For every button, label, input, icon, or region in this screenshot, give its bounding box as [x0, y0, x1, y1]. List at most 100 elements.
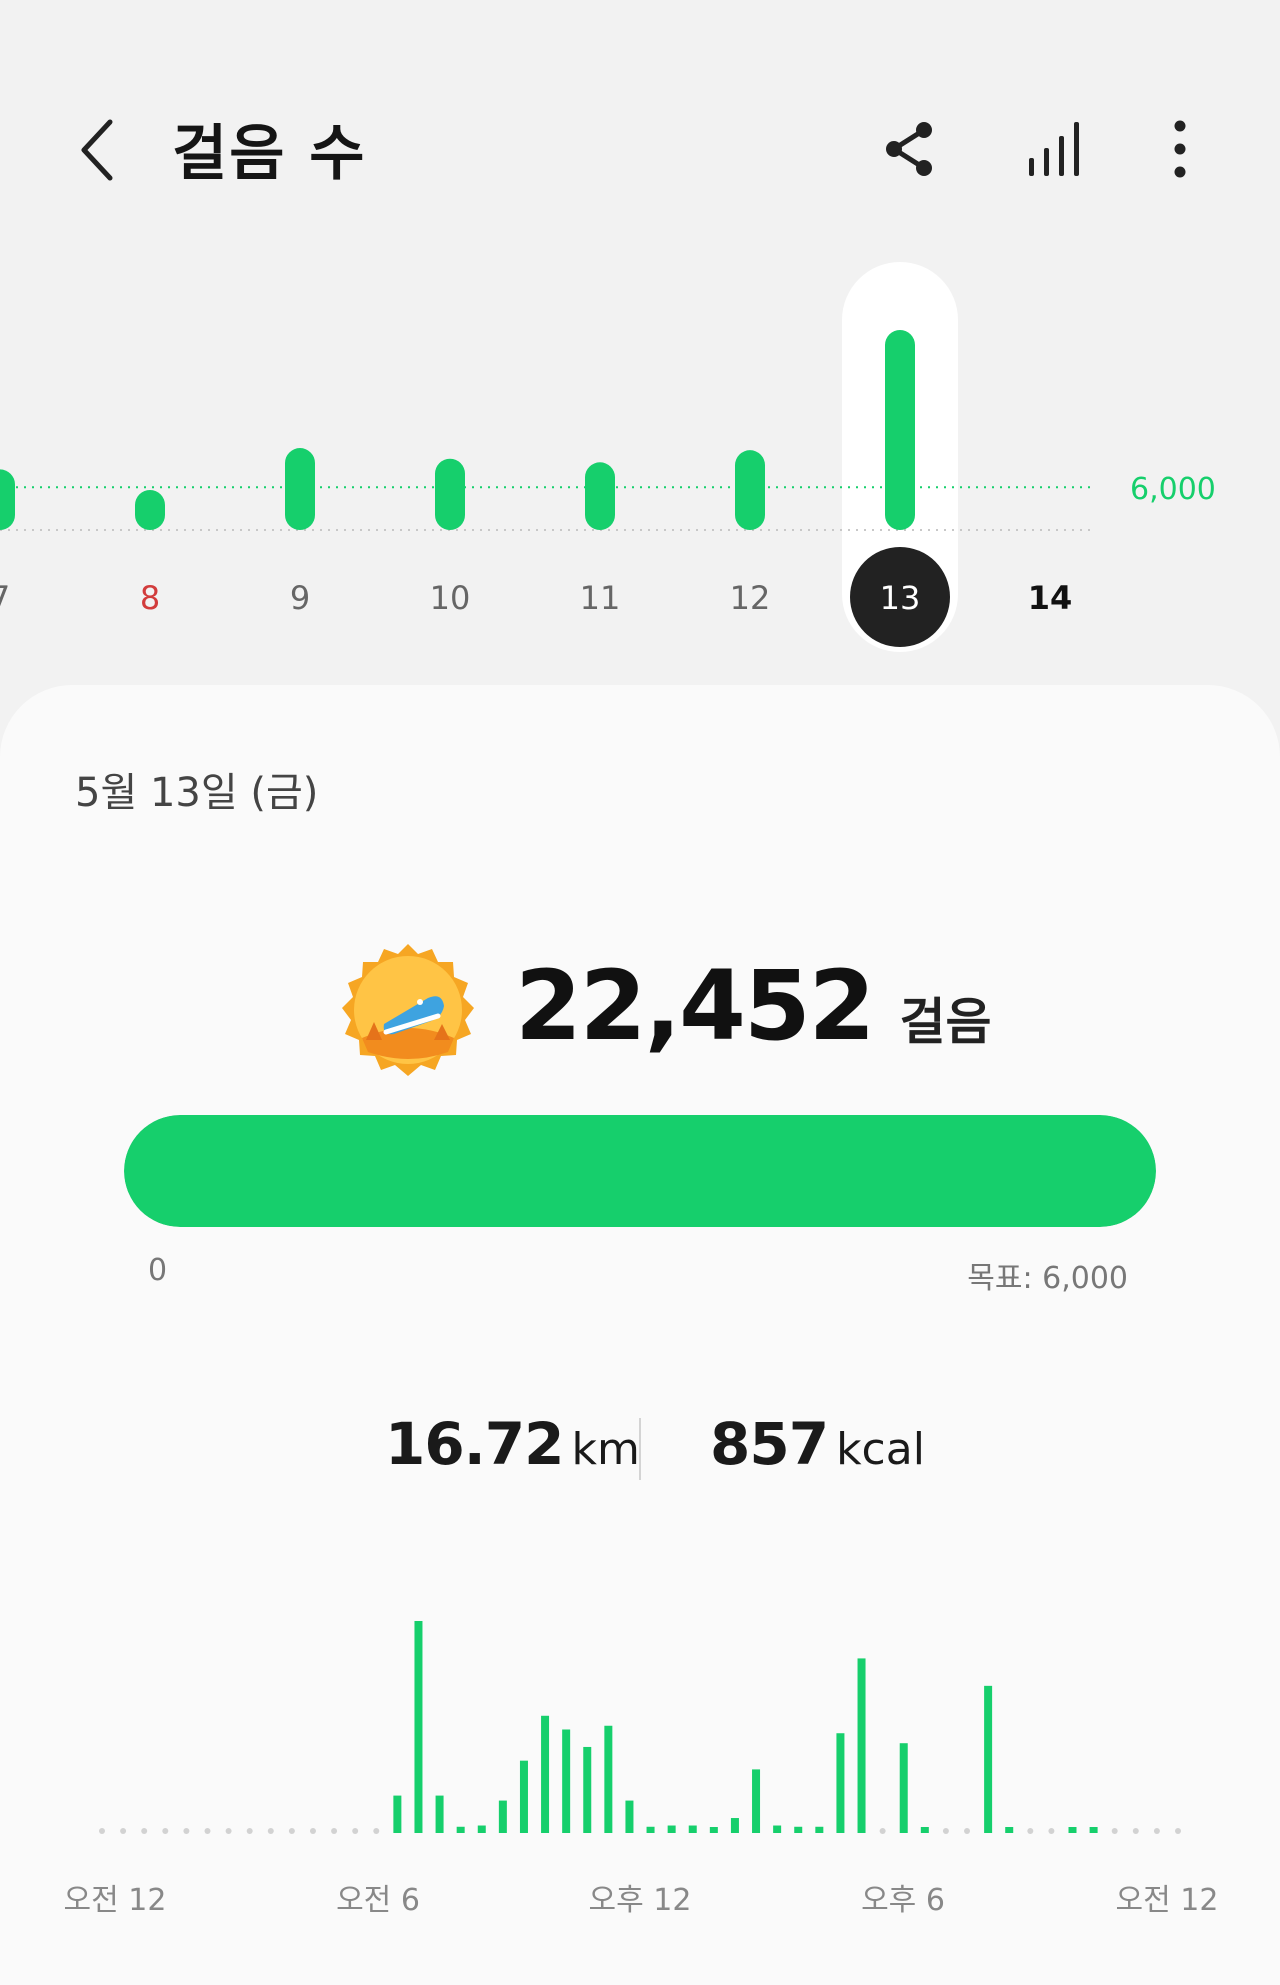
- hour-bar: [730, 1818, 739, 1833]
- day-bar-8[interactable]: [135, 490, 165, 530]
- hour-bar: [498, 1800, 507, 1833]
- day-label-8[interactable]: 8: [140, 579, 160, 617]
- hour-empty-dot: [225, 1828, 232, 1834]
- hour-bar: [414, 1621, 423, 1833]
- calories-stat: 857 kcal: [710, 1410, 925, 1478]
- sneaker-medal-icon: [342, 944, 474, 1076]
- daily-summary-card: 5월 13일 (금) 22,452 걸음 0 목표: 6,000 16.72 km …: [0, 685, 1280, 1985]
- share-button[interactable]: [880, 118, 940, 180]
- day-bar-10[interactable]: [435, 458, 465, 530]
- day-label-14[interactable]: 14: [1028, 579, 1073, 617]
- hour-bar: [667, 1825, 676, 1833]
- page-title: 걸음 수: [172, 119, 367, 189]
- calories-value: 857: [710, 1410, 829, 1478]
- step-count-display: 22,452 걸음: [515, 950, 991, 1070]
- hour-bar: [604, 1725, 613, 1833]
- hour-bar: [984, 1685, 993, 1833]
- hour-bar: [1089, 1827, 1098, 1833]
- hour-empty-dot: [942, 1828, 949, 1834]
- hour-axis-label: 오전 6: [336, 1883, 420, 1918]
- hour-bar: [646, 1826, 655, 1833]
- selected-date: 5월 13일 (금): [75, 770, 319, 816]
- hour-empty-dot: [162, 1828, 169, 1834]
- hour-bar: [519, 1760, 528, 1833]
- goal-progress-fill: [124, 1115, 1156, 1227]
- hour-empty-dot: [964, 1828, 971, 1834]
- hour-bar: [541, 1715, 550, 1833]
- hour-empty-dot: [373, 1828, 380, 1834]
- stats-divider: [639, 1418, 641, 1480]
- hour-empty-dot: [99, 1828, 105, 1834]
- hour-bar: [435, 1795, 444, 1833]
- hour-empty-dot: [120, 1828, 127, 1834]
- hour-empty-dot: [352, 1828, 359, 1834]
- hour-bar: [794, 1826, 803, 1833]
- day-bar-7[interactable]: [0, 469, 15, 530]
- hour-axis-label: 오전 12: [64, 1883, 167, 1918]
- hour-bar: [562, 1729, 571, 1833]
- hour-bar: [583, 1746, 592, 1833]
- hour-empty-dot: [309, 1828, 316, 1834]
- hourly-steps-chart: 오전 12 오전 6 오후 12 오후 6 오전 12: [64, 1621, 1219, 1918]
- hour-bar: [477, 1825, 486, 1833]
- hour-bar: [752, 1769, 761, 1833]
- hour-empty-dot: [183, 1828, 190, 1834]
- hour-bar: [857, 1658, 866, 1833]
- hour-empty-dot: [288, 1828, 295, 1834]
- app-header: 걸음 수: [0, 0, 1280, 260]
- day-bar-12[interactable]: [735, 450, 765, 530]
- progress-min-label: 0: [148, 1253, 168, 1288]
- hour-bar: [1005, 1827, 1014, 1833]
- hour-bar: [899, 1743, 908, 1833]
- hour-empty-dot: [1048, 1828, 1055, 1834]
- hour-empty-dot: [331, 1828, 338, 1834]
- day-label-11[interactable]: 11: [580, 579, 621, 617]
- hour-bar: [393, 1795, 402, 1833]
- day-label-9[interactable]: 9: [290, 579, 310, 617]
- signal-bars-icon: [1029, 122, 1079, 176]
- hour-bar: [456, 1826, 465, 1833]
- back-button[interactable]: [70, 110, 130, 190]
- step-count-value: 22,452: [515, 950, 875, 1062]
- distance-unit: km: [571, 1424, 640, 1475]
- hour-bar: [920, 1827, 929, 1833]
- hour-axis-label: 오후 6: [861, 1883, 945, 1918]
- hour-empty-dot: [1111, 1828, 1118, 1834]
- step-count-unit: 걸음: [899, 993, 992, 1051]
- view-chart-button[interactable]: [1025, 118, 1085, 180]
- distance-value: 16.72: [385, 1410, 564, 1478]
- share-icon: [886, 122, 932, 176]
- progress-goal-label: 목표: 6,000: [967, 1261, 1128, 1296]
- day-bar-13[interactable]: [885, 330, 915, 530]
- more-vertical-icon: [1174, 120, 1186, 178]
- hour-empty-dot: [267, 1828, 274, 1834]
- hour-bar: [773, 1825, 782, 1833]
- day-label-7[interactable]: 7: [0, 579, 10, 617]
- chevron-left-icon: [81, 119, 113, 181]
- day-bar-9[interactable]: [285, 448, 315, 530]
- more-options-button[interactable]: [1160, 118, 1200, 180]
- hour-empty-dot: [1027, 1828, 1034, 1834]
- hour-bar: [688, 1825, 697, 1833]
- day-label-13[interactable]: 13: [880, 579, 921, 617]
- goal-progress-bar: [124, 1115, 1156, 1227]
- hour-bar: [625, 1800, 634, 1833]
- hour-empty-dot: [141, 1828, 148, 1834]
- goal-label: 6,000: [1130, 472, 1216, 507]
- hour-empty-dot: [1153, 1828, 1160, 1834]
- hour-empty-dot: [1175, 1828, 1181, 1834]
- hour-axis-label: 오전 12: [1116, 1883, 1219, 1918]
- hour-empty-dot: [879, 1828, 886, 1834]
- hour-empty-dot: [1132, 1828, 1139, 1834]
- hour-bar: [815, 1826, 824, 1833]
- daily-steps-chart: 6,000 7 8 9 10 11 12 13 14: [0, 262, 1216, 652]
- day-bar-11[interactable]: [585, 462, 615, 530]
- hour-axis-label: 오후 12: [589, 1883, 692, 1918]
- day-label-12[interactable]: 12: [730, 579, 771, 617]
- day-label-10[interactable]: 10: [430, 579, 471, 617]
- hour-empty-dot: [246, 1828, 253, 1834]
- hour-bar: [1068, 1827, 1077, 1833]
- calories-unit: kcal: [836, 1424, 925, 1475]
- hour-bar: [709, 1827, 718, 1833]
- hour-empty-dot: [204, 1828, 211, 1834]
